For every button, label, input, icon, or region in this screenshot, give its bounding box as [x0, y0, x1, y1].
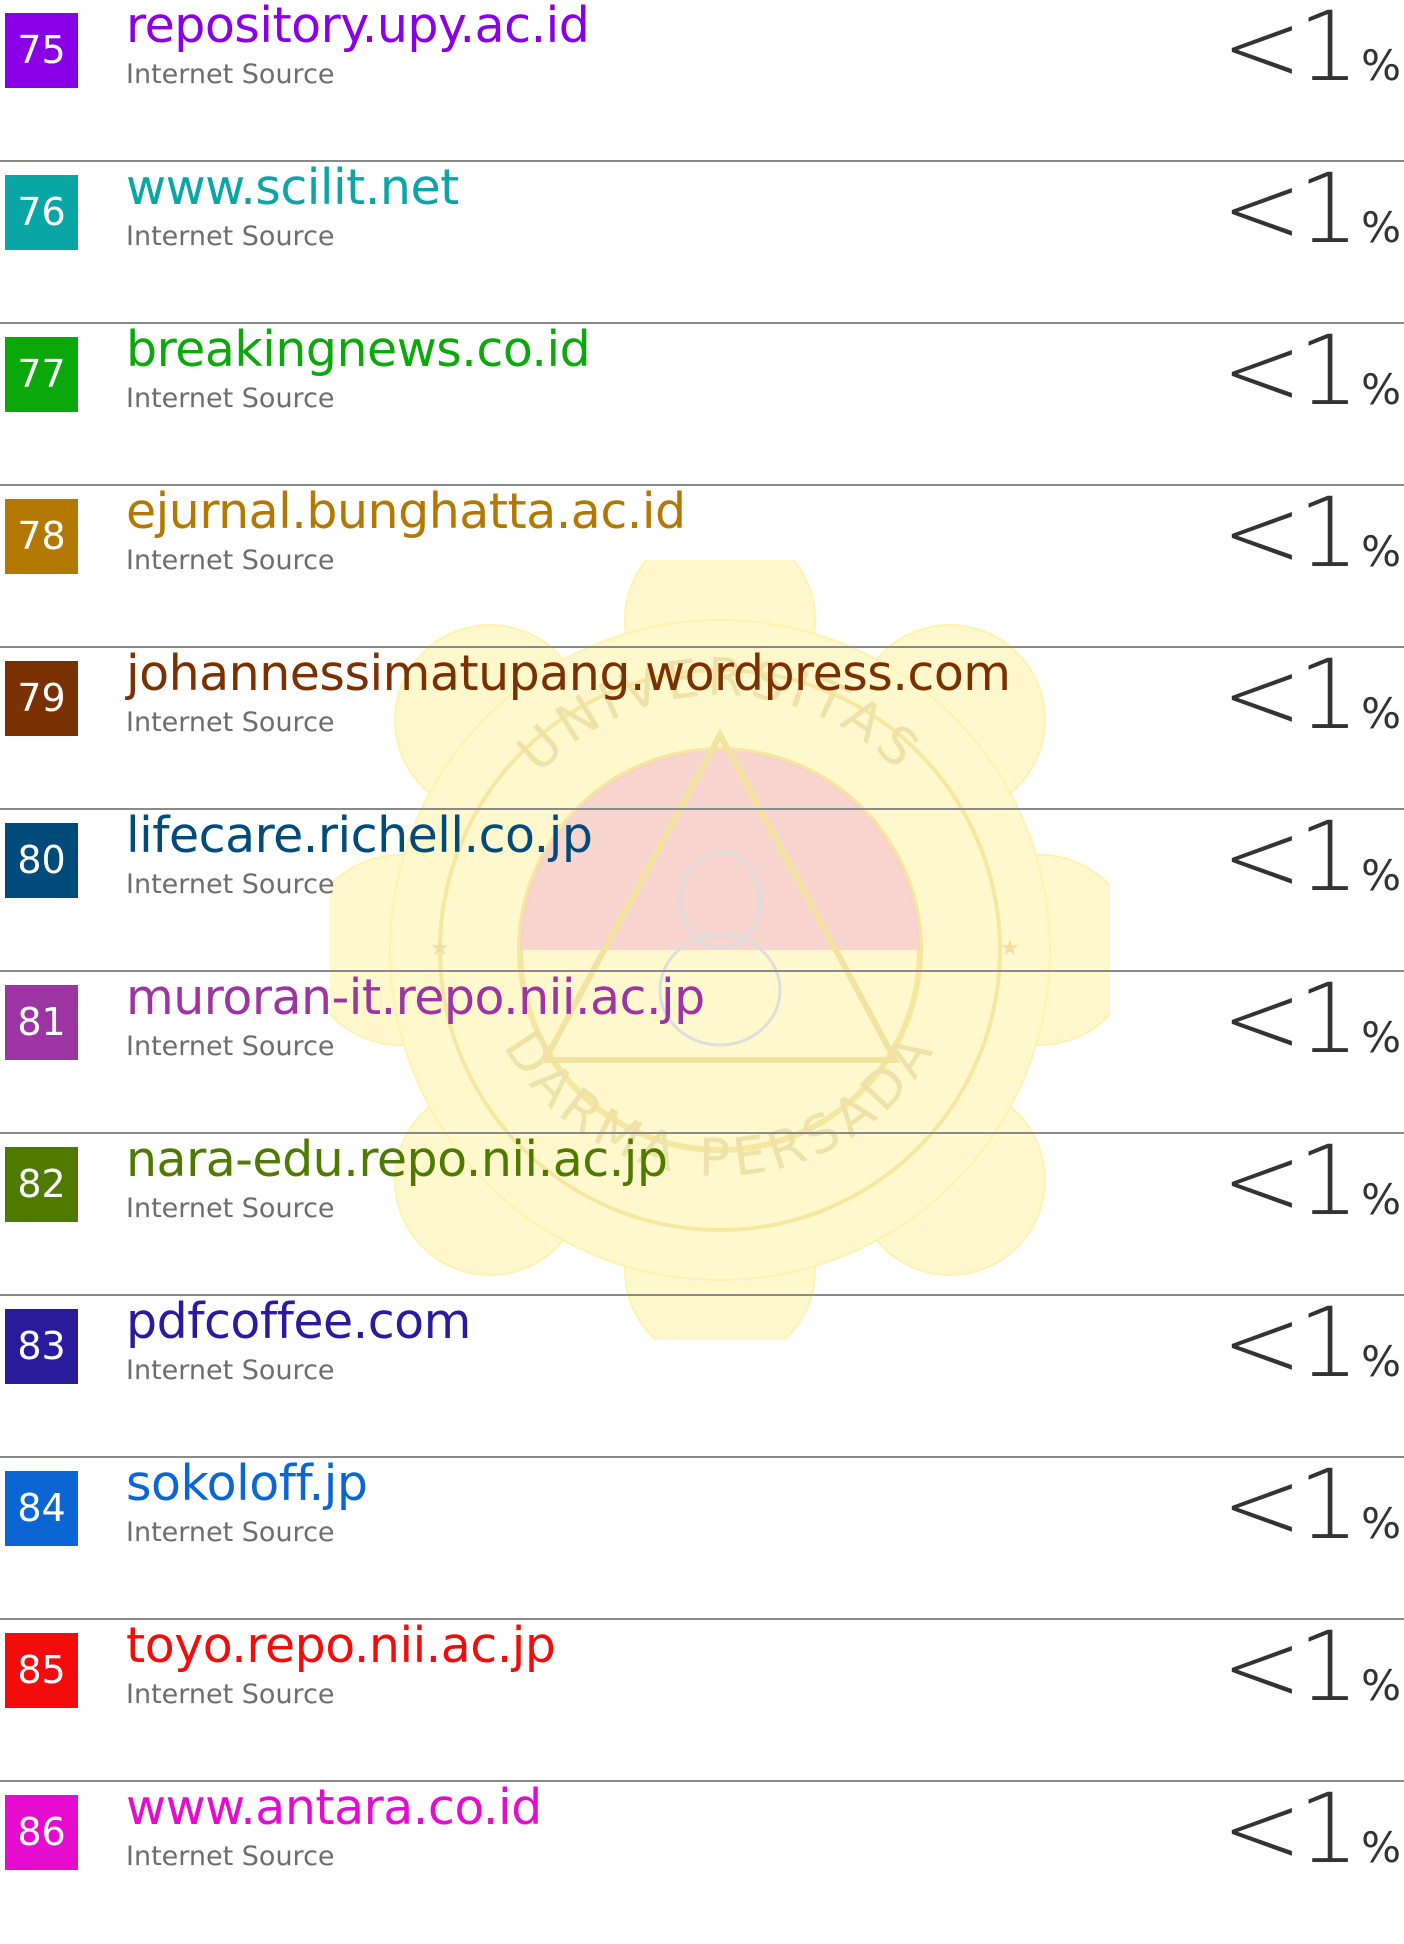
match-percentage-value: <1: [1221, 315, 1360, 427]
source-row: 79 johannessimatupang.wordpress.com Intern…: [0, 640, 1404, 810]
match-percentage: <1%: [1222, 1612, 1401, 1741]
match-percentage: <1%: [1222, 316, 1401, 445]
match-percentage: <1%: [1222, 0, 1401, 121]
source-row: 77 breakingnews.co.id Internet Source <1%: [0, 316, 1404, 486]
source-row: 85 toyo.repo.nii.ac.jp Internet Source <1%: [0, 1612, 1404, 1782]
source-domain-link[interactable]: muroran-it.repo.nii.ac.jp: [126, 968, 705, 1028]
match-percentage: <1%: [1222, 640, 1401, 769]
match-percentage-unit: %: [1361, 365, 1401, 414]
match-percentage-value: <1: [1221, 0, 1360, 103]
match-percentage-value: <1: [1221, 1449, 1360, 1561]
source-number-badge: 84: [5, 1471, 78, 1546]
match-percentage-unit: %: [1361, 1013, 1401, 1062]
source-number-badge: 85: [5, 1633, 78, 1708]
match-percentage: <1%: [1222, 964, 1401, 1093]
source-type-label: Internet Source: [126, 545, 335, 576]
source-row: 80 lifecare.richell.co.jp Internet Source <…: [0, 802, 1404, 972]
match-percentage: <1%: [1222, 802, 1401, 931]
match-percentage-unit: %: [1361, 527, 1401, 576]
source-row: 81 muroran-it.repo.nii.ac.jp Internet Sour…: [0, 964, 1404, 1134]
match-percentage: <1%: [1222, 1774, 1401, 1903]
source-row: 76 www.scilit.net Internet Source <1%: [0, 154, 1404, 324]
match-percentage-unit: %: [1361, 1175, 1401, 1224]
match-percentage: <1%: [1222, 154, 1401, 283]
match-percentage-unit: %: [1361, 1337, 1401, 1386]
match-percentage-unit: %: [1361, 1499, 1401, 1548]
match-percentage-unit: %: [1361, 1823, 1401, 1872]
source-type-label: Internet Source: [126, 1841, 335, 1872]
source-type-label: Internet Source: [126, 1355, 335, 1386]
match-percentage-value: <1: [1221, 477, 1360, 589]
source-domain-link[interactable]: sokoloff.jp: [126, 1454, 368, 1514]
source-number-badge: 86: [5, 1795, 78, 1870]
match-percentage-value: <1: [1221, 1611, 1360, 1723]
match-percentage-value: <1: [1221, 801, 1360, 913]
match-percentage-unit: %: [1361, 689, 1401, 738]
source-row: 84 sokoloff.jp Internet Source <1%: [0, 1450, 1404, 1620]
source-domain-link[interactable]: www.scilit.net: [126, 158, 459, 218]
match-percentage-value: <1: [1221, 1773, 1360, 1885]
match-percentage: <1%: [1222, 1450, 1401, 1579]
source-domain-link[interactable]: johannessimatupang.wordpress.com: [126, 644, 1011, 704]
source-domain-link[interactable]: pdfcoffee.com: [126, 1292, 471, 1352]
source-domain-link[interactable]: repository.upy.ac.id: [126, 0, 590, 56]
match-percentage-value: <1: [1221, 1287, 1360, 1399]
source-number-badge: 81: [5, 985, 78, 1060]
source-number-badge: 77: [5, 337, 78, 412]
match-percentage-value: <1: [1221, 1125, 1360, 1237]
source-number-badge: 76: [5, 175, 78, 250]
source-domain-link[interactable]: www.antara.co.id: [126, 1778, 542, 1838]
match-percentage-value: <1: [1221, 153, 1360, 265]
source-type-label: Internet Source: [126, 869, 335, 900]
match-percentage: <1%: [1222, 1126, 1401, 1255]
source-domain-link[interactable]: nara-edu.repo.nii.ac.jp: [126, 1130, 668, 1190]
source-row: 75 repository.upy.ac.id Internet Source <1%: [0, 0, 1404, 162]
source-domain-link[interactable]: lifecare.richell.co.jp: [126, 806, 593, 866]
source-domain-link[interactable]: toyo.repo.nii.ac.jp: [126, 1616, 556, 1676]
match-percentage: <1%: [1222, 478, 1401, 607]
source-row: 83 pdfcoffee.com Internet Source <1%: [0, 1288, 1404, 1458]
source-type-label: Internet Source: [126, 1031, 335, 1062]
source-row: 86 www.antara.co.id Internet Source <1%: [0, 1774, 1404, 1944]
source-type-label: Internet Source: [126, 1517, 335, 1548]
source-number-badge: 79: [5, 661, 78, 736]
source-type-label: Internet Source: [126, 383, 335, 414]
match-percentage: <1%: [1222, 1288, 1401, 1417]
source-domain-link[interactable]: breakingnews.co.id: [126, 320, 591, 380]
match-percentage-unit: %: [1361, 1661, 1401, 1710]
source-row: 78 ejurnal.bunghatta.ac.id Internet Source…: [0, 478, 1404, 648]
source-type-label: Internet Source: [126, 1193, 335, 1224]
source-type-label: Internet Source: [126, 221, 335, 252]
source-number-badge: 78: [5, 499, 78, 574]
source-type-label: Internet Source: [126, 59, 335, 90]
match-percentage-value: <1: [1221, 639, 1360, 751]
match-percentage-value: <1: [1221, 963, 1360, 1075]
match-percentage-unit: %: [1361, 851, 1401, 900]
source-type-label: Internet Source: [126, 1679, 335, 1710]
source-number-badge: 82: [5, 1147, 78, 1222]
source-number-badge: 83: [5, 1309, 78, 1384]
source-number-badge: 80: [5, 823, 78, 898]
source-row: 82 nara-edu.repo.nii.ac.jp Internet Source…: [0, 1126, 1404, 1296]
match-percentage-unit: %: [1361, 203, 1401, 252]
source-domain-link[interactable]: ejurnal.bunghatta.ac.id: [126, 482, 686, 542]
source-type-label: Internet Source: [126, 707, 335, 738]
source-list: 75 repository.upy.ac.id Internet Source <1%…: [0, 0, 1404, 1944]
source-number-badge: 75: [5, 13, 78, 88]
match-percentage-unit: %: [1361, 41, 1401, 90]
